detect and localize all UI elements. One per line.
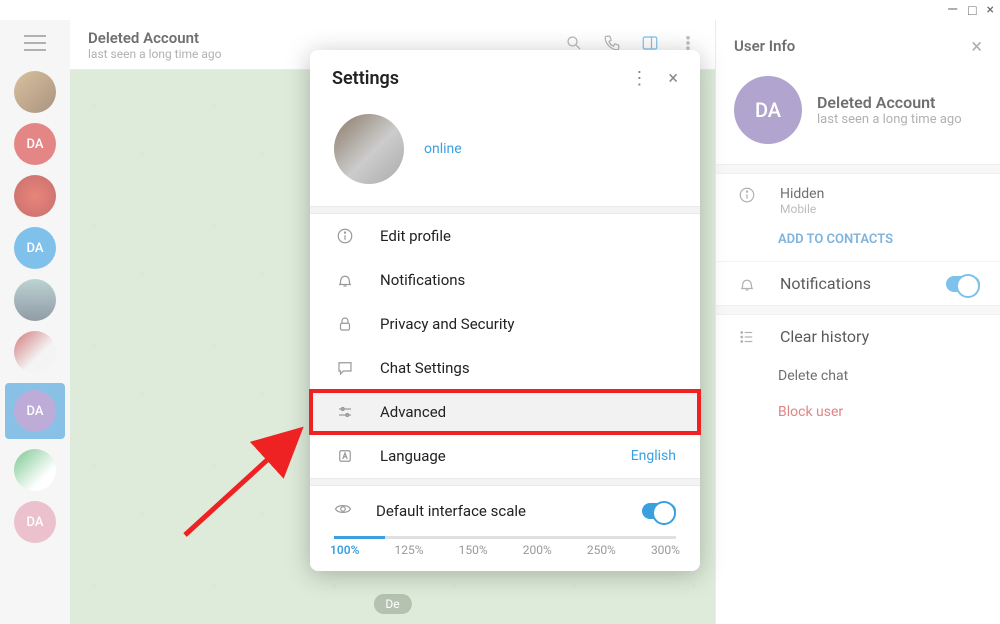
notifications-toggle[interactable] [946,276,980,292]
scale-250[interactable]: 250% [587,543,616,557]
scale-150[interactable]: 150% [459,543,488,557]
settings-modal: Settings ⋮ × online Edit profile Notific… [310,50,700,571]
edit-profile-item[interactable]: Edit profile [310,214,700,258]
chat-avatar[interactable] [14,71,56,113]
bell-icon [736,275,758,293]
scale-100[interactable]: 100% [330,543,359,557]
menu-label: Language [380,447,446,465]
block-user-button[interactable]: Block user [716,394,1000,430]
clear-history-row[interactable]: Clear history [716,315,1000,358]
chat-avatar[interactable] [14,279,56,321]
chat-avatar[interactable]: DA [14,501,56,543]
profile-avatar[interactable] [334,114,404,184]
more-icon[interactable]: ⋮ [630,68,648,89]
online-status: online [424,141,462,157]
language-value: English [631,448,676,464]
userinfo-title: User Info [734,37,795,55]
settings-title: Settings [332,68,399,89]
chat-avatar[interactable] [14,449,56,491]
eye-icon [334,500,352,522]
date-pill: De [373,594,411,614]
close-icon[interactable]: × [971,34,982,58]
hidden-sub: Mobile [780,202,824,216]
menu-label: Chat Settings [380,359,470,377]
chat-avatar-selected[interactable]: DA [5,383,65,439]
menu-label: Notifications [380,271,465,289]
maximize-button[interactable]: □ [968,2,976,19]
scale-125[interactable]: 125% [395,543,424,557]
user-icon [334,227,356,245]
menu-label: Edit profile [380,227,451,245]
chat-list-ribbon: DA DA DA DA [0,20,70,624]
user-info-panel: User Info × DA Deleted Account last seen… [715,20,1000,624]
delete-chat-button[interactable]: Delete chat [716,358,1000,394]
privacy-item[interactable]: Privacy and Security [310,302,700,346]
hidden-label: Hidden [780,186,824,202]
minimize-button[interactable]: — [947,2,958,19]
chat-title: Deleted Account [88,29,222,47]
info-icon [736,186,758,204]
menu-label: Privacy and Security [380,315,515,333]
bell-icon [334,271,356,289]
advanced-item[interactable]: Advanced [310,390,700,434]
chat-avatar[interactable]: DA [14,227,56,269]
window-controls: — □ × [947,2,994,19]
scale-toggle[interactable] [642,503,676,519]
phone-row: Hidden Mobile [716,174,1000,228]
scale-values: 100% 125% 150% 200% 250% 300% [310,543,700,571]
chat-icon [334,359,356,377]
scale-300[interactable]: 300% [651,543,680,557]
add-to-contacts-link[interactable]: ADD TO CONTACTS [716,228,1000,261]
lock-icon [334,315,356,333]
avatar[interactable]: DA [734,76,802,144]
menu-icon[interactable] [24,35,46,51]
clear-history-label: Clear history [780,327,869,346]
close-icon[interactable]: × [668,68,678,89]
close-window-button[interactable]: × [987,2,994,19]
chat-avatar[interactable] [14,175,56,217]
notifications-item[interactable]: Notifications [310,258,700,302]
userinfo-name: Deleted Account [817,93,962,112]
scale-label: Default interface scale [376,502,618,520]
menu-label: Advanced [380,403,446,421]
scale-slider[interactable] [334,536,676,539]
sliders-icon [334,403,356,421]
language-icon [334,447,356,465]
list-icon [736,328,758,346]
language-item[interactable]: Language English [310,434,700,478]
scale-200[interactable]: 200% [523,543,552,557]
avatar: DA [14,390,56,432]
chat-status: last seen a long time ago [88,47,222,61]
notifications-label: Notifications [780,274,871,293]
chat-avatar[interactable] [14,331,56,373]
chat-settings-item[interactable]: Chat Settings [310,346,700,390]
userinfo-status: last seen a long time ago [817,112,962,127]
chat-avatar[interactable]: DA [14,123,56,165]
notifications-row[interactable]: Notifications [716,262,1000,305]
